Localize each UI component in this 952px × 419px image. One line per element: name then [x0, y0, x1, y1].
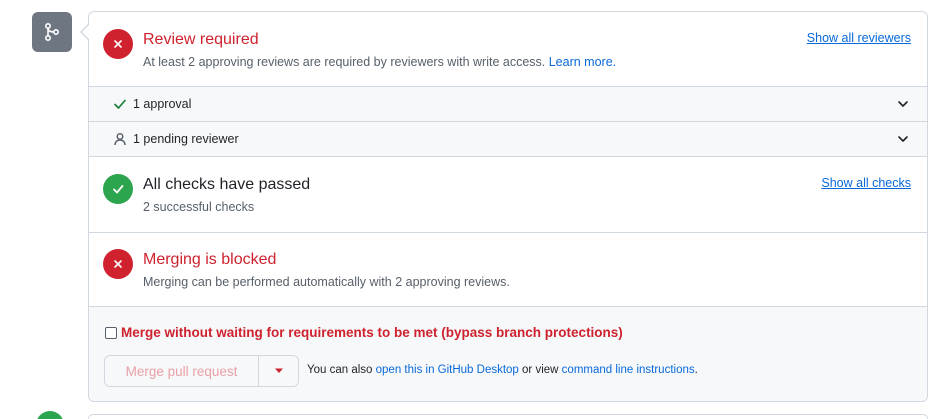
git-branch-icon [44, 22, 60, 42]
pending-reviewer-row[interactable]: 1 pending reviewer [89, 121, 927, 156]
merge-button-group: Merge pull request [104, 355, 299, 387]
command-line-instructions-link[interactable]: command line instructions [562, 364, 695, 376]
note-suffix: . [694, 364, 698, 376]
review-required-section: Review required At least 2 approving rev… [89, 12, 927, 86]
learn-more-link[interactable]: Learn more. [549, 55, 616, 69]
next-panel-edge [88, 414, 928, 419]
x-circle-icon [103, 249, 133, 279]
caret-down-icon [274, 368, 283, 373]
merging-blocked-title: Merging is blocked [143, 251, 277, 268]
panel-caret-fill [82, 25, 89, 39]
checks-section: All checks have passed 2 successful chec… [89, 156, 927, 232]
merge-box: Review required At least 2 approving rev… [88, 11, 928, 402]
review-required-desc: At least 2 approving reviews are require… [143, 55, 616, 69]
bypass-checkbox[interactable] [105, 326, 117, 339]
show-all-reviewers-link[interactable]: Show all reviewers [807, 31, 911, 45]
git-merge-badge [32, 12, 72, 52]
merge-pull-request-button[interactable]: Merge pull request [105, 356, 259, 386]
chevron-down-icon[interactable] [897, 133, 909, 145]
checks-title: All checks have passed [143, 176, 311, 193]
checks-desc: 2 successful checks [143, 200, 255, 214]
merging-blocked-desc: Merging can be performed automatically w… [143, 275, 510, 289]
note-prefix: You can also [307, 364, 376, 376]
person-icon [114, 133, 126, 146]
check-circle-icon [103, 174, 133, 204]
show-all-checks-link[interactable]: Show all checks [821, 176, 911, 190]
note-middle: or view [518, 364, 562, 376]
merge-controls: Merge without waiting for requirements t… [89, 306, 927, 401]
chevron-down-icon[interactable] [897, 98, 909, 110]
review-required-title: Review required [143, 31, 259, 48]
approvals-row[interactable]: 1 approval [89, 86, 927, 121]
merge-options-dropdown[interactable] [259, 356, 298, 386]
review-desc-text: At least 2 approving reviews are require… [143, 55, 549, 69]
bypass-checkbox-label[interactable]: Merge without waiting for requirements t… [105, 325, 623, 340]
check-icon [114, 99, 126, 109]
x-circle-icon [103, 29, 133, 59]
merging-blocked-section: Merging is blocked Merging can be perfor… [89, 232, 927, 306]
approvals-label: 1 approval [133, 97, 192, 111]
avatar [36, 411, 64, 419]
bypass-label-text: Merge without waiting for requirements t… [121, 325, 623, 340]
open-github-desktop-link[interactable]: open this in GitHub Desktop [376, 364, 519, 376]
pending-reviewer-label: 1 pending reviewer [133, 132, 239, 146]
merge-alternatives-note: You can also open this in GitHub Desktop… [307, 364, 698, 376]
